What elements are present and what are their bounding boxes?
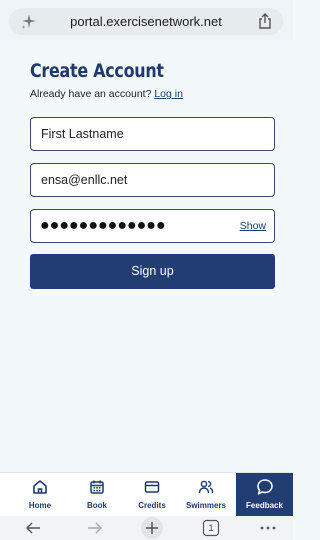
bottom-nav: Home Book Credits Swimmers Feedback: [0, 472, 293, 517]
nav-feedback-label: Feedback: [246, 501, 283, 510]
url-text[interactable]: portal.exercisenetwork.net: [9, 14, 283, 29]
new-tab-button[interactable]: [137, 516, 167, 540]
password-value: ●●●●●●●●●●●●●: [40, 217, 166, 234]
nav-swimmers-label: Swimmers: [185, 501, 227, 510]
more-button[interactable]: [253, 516, 283, 540]
card-icon: [144, 481, 160, 493]
nav-credits[interactable]: Credits: [128, 473, 176, 517]
login-prompt-text: Already have an account?: [30, 88, 152, 100]
page-title: Create Account: [30, 61, 164, 82]
browser-header: portal.exercisenetwork.net: [0, 0, 293, 40]
tabs-button[interactable]: 1: [196, 516, 226, 540]
address-bar[interactable]: portal.exercisenetwork.net: [9, 8, 283, 35]
arrow-left-icon: [26, 522, 40, 534]
nav-book[interactable]: Book: [73, 473, 121, 517]
nav-home-label: Home: [28, 501, 52, 510]
name-field[interactable]: First Lastname: [30, 117, 275, 151]
home-icon: [33, 480, 47, 494]
show-password-toggle[interactable]: Show: [240, 220, 266, 232]
nav-feedback[interactable]: Feedback: [236, 473, 293, 517]
forward-button[interactable]: [80, 516, 110, 540]
login-link[interactable]: Log in: [154, 88, 183, 100]
name-value: First Lastname: [41, 127, 124, 141]
nav-swimmers[interactable]: Swimmers: [178, 473, 234, 517]
tab-count: 1: [208, 523, 214, 533]
people-icon: [198, 480, 214, 494]
plus-icon: [141, 517, 163, 539]
arrow-right-icon: [88, 522, 102, 534]
nav-home[interactable]: Home: [16, 473, 64, 517]
chat-icon: [256, 479, 273, 495]
nav-book-label: Book: [87, 501, 107, 510]
more-icon: [260, 526, 276, 530]
login-prompt: Already have an account? Log in: [30, 88, 183, 100]
email-field[interactable]: ensa@enllc.net: [30, 163, 275, 197]
password-field[interactable]: ●●●●●●●●●●●●● Show: [30, 209, 275, 243]
browser-toolbar: 1: [0, 516, 293, 540]
nav-credits-label: Credits: [138, 501, 166, 510]
signup-button[interactable]: Sign up: [30, 254, 275, 289]
share-icon[interactable]: [257, 12, 273, 30]
back-button[interactable]: [18, 516, 48, 540]
calendar-icon: [90, 480, 104, 494]
email-value: ensa@enllc.net: [41, 173, 128, 187]
